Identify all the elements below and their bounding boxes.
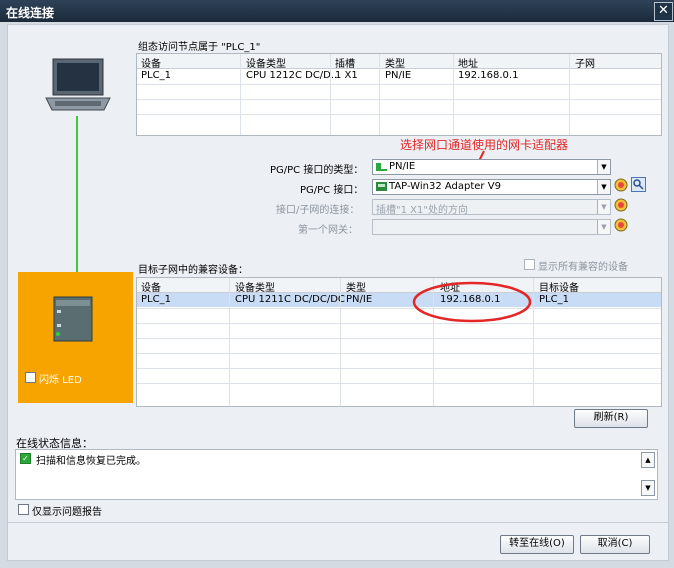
title-bar: 在线连接 ✕ [0, 0, 674, 22]
cell-type: PN/IE [346, 294, 373, 305]
col-device: 设备 [141, 283, 161, 294]
col-type: 类型 [346, 283, 366, 294]
cell-device-type: CPU 1212C DC/D... [246, 70, 341, 81]
cancel-button[interactable]: 取消(C) [580, 535, 650, 554]
gateway-select[interactable]: ▼ [372, 219, 611, 235]
flash-led-checkbox[interactable] [25, 372, 36, 383]
success-check-icon: ✓ [20, 453, 31, 464]
status-icon[interactable] [614, 218, 628, 232]
network-icon [376, 163, 387, 171]
status-log: ✓ 扫描和信息恢复已完成。 ▲ ▼ [15, 449, 658, 500]
table-row[interactable]: PLC_1 CPU 1212C DC/D... 1 X1 PN/IE 192.1… [137, 69, 661, 83]
pg-laptop-icon [45, 58, 111, 111]
chevron-down-icon[interactable]: ▼ [597, 200, 610, 214]
gateway-label: 第一个网关： [298, 225, 358, 236]
plc-device-icon [53, 296, 93, 342]
connection-line [76, 116, 78, 272]
flash-led-label: 闪烁 LED [39, 375, 82, 386]
device-table-header: 设备 设备类型 插槽 类型 地址 子网 [137, 54, 661, 70]
cell-device-type: CPU 1211C DC/DC/DC [235, 294, 345, 305]
pgpc-if-value: TAP-Win32 Adapter V9 [389, 181, 501, 192]
col-subnet: 子网 [575, 59, 595, 70]
compat-table: 设备 设备类型 类型 地址 目标设备 PLC_1 CPU 1211C DC/DC… [136, 277, 662, 407]
status-icon[interactable] [614, 198, 628, 212]
refresh-button[interactable]: 刷新(R) [574, 409, 648, 428]
dialog-content: 闪烁 LED 组态访问节点属于 "PLC_1" 设备 设备类型 插槽 类型 地址… [7, 24, 669, 561]
highlight-ellipse [412, 281, 532, 323]
cell-device: PLC_1 [141, 294, 171, 305]
show-all-checkbox[interactable] [524, 259, 535, 270]
chevron-down-icon[interactable]: ▼ [597, 180, 610, 194]
pgpc-type-label: PG/PC 接口的类型： [270, 165, 364, 176]
close-button[interactable]: ✕ [654, 2, 673, 21]
status-message: 扫描和信息恢复已完成。 [36, 456, 146, 467]
pgpc-type-select[interactable]: PN/IE ▼ [372, 159, 611, 175]
cell-address: 192.168.0.1 [458, 70, 519, 81]
cell-device: PLC_1 [141, 70, 171, 81]
col-target-device: 目标设备 [539, 283, 579, 294]
only-errors-label: 仅显示问题报告 [32, 507, 102, 518]
compat-table-header: 设备 设备类型 类型 地址 目标设备 [137, 278, 661, 294]
go-online-button[interactable]: 转至在线(O) [500, 535, 574, 554]
subnet-conn-label: 接口/子网的连接： [276, 205, 360, 216]
device-table-caption: 组态访问节点属于 "PLC_1" [138, 42, 261, 53]
device-table: 设备 设备类型 插槽 类型 地址 子网 PLC_1 CPU 1212C DC/D… [136, 53, 662, 136]
adapter-icon [376, 182, 387, 191]
scroll-down-button[interactable]: ▼ [641, 480, 655, 496]
only-errors-checkbox[interactable] [18, 504, 29, 515]
col-address: 地址 [458, 59, 478, 70]
scroll-up-button[interactable]: ▲ [641, 452, 655, 468]
show-all-label: 显示所有兼容的设备 [538, 262, 628, 273]
pgpc-if-select[interactable]: TAP-Win32 Adapter V9 ▼ [372, 179, 611, 195]
col-device-type: 设备类型 [235, 283, 275, 294]
status-icon[interactable] [614, 178, 628, 192]
divider [8, 522, 668, 523]
col-type: 类型 [385, 59, 405, 70]
search-icon [633, 179, 644, 190]
table-row[interactable]: PLC_1 CPU 1211C DC/DC/DC PN/IE 192.168.0… [137, 293, 661, 307]
col-device-type: 设备类型 [246, 59, 286, 70]
cell-type: PN/IE [385, 70, 412, 81]
col-device: 设备 [141, 59, 161, 70]
col-slot: 插槽 [335, 59, 355, 70]
chevron-down-icon[interactable]: ▼ [597, 160, 610, 174]
cell-slot: 1 X1 [335, 70, 358, 81]
target-device-panel: 闪烁 LED [18, 272, 133, 403]
pgpc-if-label: PG/PC 接口： [300, 185, 364, 196]
cell-target-device: PLC_1 [539, 294, 569, 305]
window-title: 在线连接 [6, 6, 55, 20]
subnet-conn-select[interactable]: 插槽"1 X1"处的方向 ▼ [372, 199, 611, 216]
search-button[interactable] [631, 177, 646, 192]
subnet-conn-value: 插槽"1 X1"处的方向 [376, 205, 468, 216]
compat-caption: 目标子网中的兼容设备： [138, 265, 248, 276]
chevron-down-icon[interactable]: ▼ [597, 220, 610, 234]
pgpc-type-value: PN/IE [389, 161, 416, 172]
dialog-window: 在线连接 ✕ 闪烁 LED 组态访问节点属于 "PLC_1" 设备 设备类型 插… [0, 0, 674, 568]
